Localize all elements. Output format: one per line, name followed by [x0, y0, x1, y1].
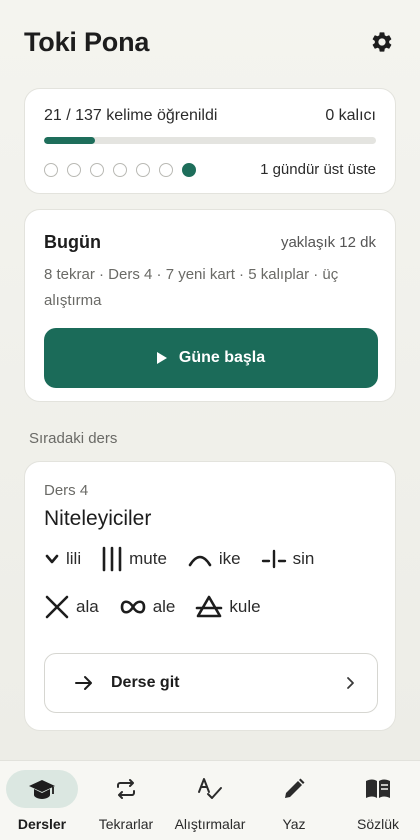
word-label: ale — [152, 597, 176, 616]
next-lesson-card: Ders 4 Niteleyiciler lili mute ike sin a… — [24, 461, 396, 731]
today-description: 8 tekrar · Ders 4 · 7 yeni kart · 5 kalı… — [44, 266, 339, 309]
word-chip: sin — [261, 545, 315, 573]
streak-dots — [44, 162, 196, 177]
nav-item-tekrarlar[interactable]: Tekrarlar — [84, 761, 168, 832]
app-title: Toki Pona — [24, 26, 150, 57]
streak-day-dot — [67, 162, 81, 177]
learning-progress-fill — [44, 137, 95, 144]
word-label: kule — [229, 597, 261, 616]
nav-item-alistirmalar[interactable]: Alıştırmalar — [168, 761, 252, 832]
ike-glyph — [188, 555, 212, 567]
next-lesson-section-label: Sıradaki ders — [29, 430, 118, 447]
word-chip: mute — [101, 545, 167, 573]
pencil-icon — [285, 778, 305, 798]
streak-day-dot — [90, 162, 104, 177]
word-chip: ale — [119, 593, 176, 621]
gear-icon — [372, 32, 392, 52]
book-icon — [366, 779, 390, 798]
streak-label: 1 gündür üst üste — [260, 161, 376, 178]
play-icon — [156, 352, 167, 364]
nav-label: Dersler — [17, 816, 67, 832]
spellcheck-icon — [198, 778, 222, 799]
start-day-button[interactable]: Güne başla — [44, 328, 378, 388]
learning-progress-bar — [44, 137, 376, 144]
lesson-number: Ders 4 — [44, 482, 89, 499]
streak-day-dot — [182, 162, 196, 177]
today-card: Bugün yaklaşık 12 dk 8 tekrar · Ders 4 ·… — [24, 209, 396, 402]
app-header: Toki Pona — [0, 0, 420, 84]
streak-day-dot — [44, 162, 58, 177]
goto-lesson-label: Derse git — [111, 674, 180, 691]
kule-glyph — [196, 595, 223, 618]
start-day-label: Güne başla — [178, 349, 266, 366]
ale-glyph — [120, 600, 145, 614]
today-estimate: yaklaşık 12 dk — [280, 234, 376, 251]
lesson-title: Niteleyiciler — [44, 507, 152, 530]
nav-item-sozluk[interactable]: Sözlük — [336, 761, 420, 832]
word-label: ala — [76, 597, 99, 616]
nav-item-yaz[interactable]: Yaz — [252, 761, 336, 832]
word-chip: kule — [195, 593, 261, 621]
learned-count-label: 21 / 137 kelime öğrenildi — [44, 107, 218, 124]
today-title: Bugün — [44, 232, 101, 252]
goto-lesson-button[interactable]: Derse git — [44, 653, 378, 713]
bottom-navigation: Dersler Tekrarlar Alıştırmalar Yaz Sözlü… — [0, 760, 420, 840]
settings-button[interactable] — [368, 28, 396, 56]
nav-label: Alıştırmalar — [174, 816, 246, 832]
graduation-cap-icon — [29, 780, 55, 799]
nav-label: Tekrarlar — [98, 816, 154, 832]
permanent-count-label: 0 kalıcı — [325, 107, 376, 124]
nav-item-dersler[interactable]: Dersler — [0, 761, 84, 832]
lili-glyph — [45, 554, 59, 564]
word-chip: lili — [44, 545, 81, 573]
streak-day-dot — [159, 162, 173, 177]
arrow-right-icon — [75, 676, 92, 690]
chevron-right-icon — [347, 677, 354, 689]
nav-active-indicator — [6, 770, 78, 808]
word-chip: ala — [44, 593, 99, 621]
word-chip: ike — [187, 545, 241, 573]
streak-day-dot — [113, 162, 127, 177]
progress-card: 21 / 137 kelime öğrenildi 0 kalıcı 1 gün… — [24, 88, 396, 194]
lesson-word-list: lili mute ike sin ala ale kule — [44, 545, 364, 621]
nav-label: Sözlük — [356, 816, 400, 832]
word-label: sin — [292, 549, 315, 568]
mute-glyph — [102, 546, 122, 572]
nav-label: Yaz — [282, 816, 306, 832]
repeat-icon — [117, 779, 135, 799]
word-label: ike — [218, 549, 241, 568]
sin-glyph — [261, 549, 286, 569]
ala-glyph — [45, 595, 69, 619]
word-label: lili — [66, 549, 82, 568]
streak-day-dot — [136, 162, 150, 177]
word-label: mute — [129, 549, 167, 568]
